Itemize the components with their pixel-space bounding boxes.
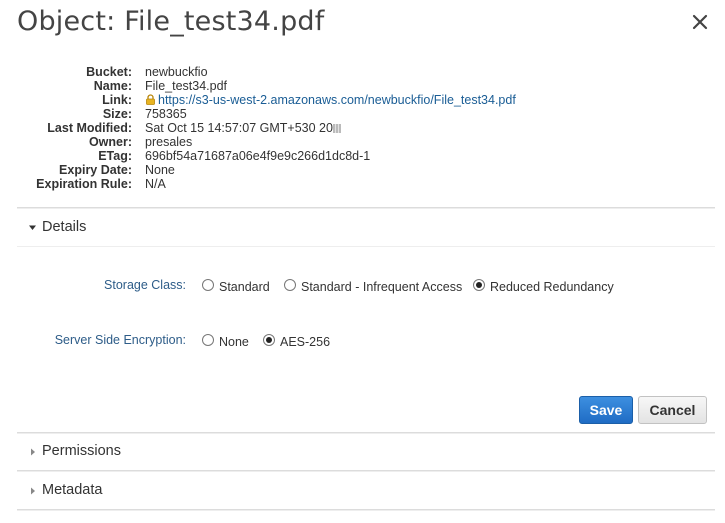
caret-down-icon [29,225,36,230]
property-link: Link: https://s3-us-west-2.amazonaws.com… [0,93,600,107]
property-size: Size: 758365 [0,107,600,121]
storage-class-infrequent-radio[interactable]: Standard - Infrequent Access [284,279,464,295]
encryption-label: Server Side Encryption: [54,333,186,347]
section-label: Metadata [42,482,103,498]
divider [17,510,715,511]
object-link[interactable]: https://s3-us-west-2.amazonaws.com/newbu… [158,93,516,107]
property-value: presales [145,135,193,149]
close-icon [692,14,708,30]
lock-icon [146,94,155,105]
property-value: N/A [145,177,166,191]
dialog-title: Object: File_test34.pdf [17,6,325,37]
property-label: Expiration Rule: [36,177,132,191]
property-label: Expiry Date: [59,163,132,177]
property-label: Last Modified: [47,121,132,135]
property-value: None [145,163,175,177]
encryption-none-radio[interactable]: None [202,334,257,350]
property-value: Sat Oct 15 14:57:07 GMT+530 20 [145,121,333,135]
caret-right-icon [31,448,35,456]
property-value: 696bf54a71687a06e4f9e9c266d1dc8d-1 [145,149,371,163]
property-label: Name: [93,79,132,93]
cancel-button[interactable]: Cancel [638,396,707,424]
caret-right-icon [31,487,35,495]
object-properties: Bucket: newbuckfio Name: File_test34.pdf… [0,65,600,191]
property-last-modified: Last Modified: Sat Oct 15 14:57:07 GMT+5… [0,121,600,135]
property-label: ETag: [98,149,132,163]
property-owner: Owner: presales [0,135,600,149]
storage-class-label: Storage Class: [104,278,186,292]
encryption-aes256-radio[interactable]: AES-256 [263,334,343,350]
divider [17,471,715,472]
section-metadata-header[interactable]: Metadata [17,473,715,509]
radio-icon [202,279,214,291]
property-value: File_test34.pdf [145,79,227,93]
property-value: newbuckfio [145,65,208,79]
property-label: Owner: [88,135,132,149]
property-value: 758365 [145,107,187,121]
obscured-text [332,124,341,133]
encryption-radio-group: None AES-256 [202,334,402,350]
radio-selected-icon [473,279,485,291]
divider [17,246,715,247]
section-label: Permissions [42,443,121,459]
storage-class-standard-radio[interactable]: Standard [202,279,277,295]
property-label: Link: [102,93,132,107]
storage-class-reduced-redundancy-radio[interactable]: Reduced Redundancy [473,279,623,295]
property-label: Size: [102,107,132,121]
divider [17,208,715,209]
property-name: Name: File_test34.pdf [0,79,600,93]
section-details-header[interactable]: Details [17,210,715,246]
section-permissions-header[interactable]: Permissions [17,434,715,470]
radio-selected-icon [263,334,275,346]
section-label: Details [42,219,87,235]
property-etag: ETag: 696bf54a71687a06e4f9e9c266d1dc8d-1 [0,149,600,163]
radio-icon [284,279,296,291]
property-expiry-date: Expiry Date: None [0,163,600,177]
close-button[interactable] [689,11,711,33]
save-button[interactable]: Save [579,396,633,424]
property-label: Bucket: [86,65,132,79]
radio-icon [202,334,214,346]
property-bucket: Bucket: newbuckfio [0,65,600,79]
storage-class-radio-group: Standard Standard - Infrequent Access Re… [202,279,682,295]
property-expiration-rule: Expiration Rule: N/A [0,177,600,191]
